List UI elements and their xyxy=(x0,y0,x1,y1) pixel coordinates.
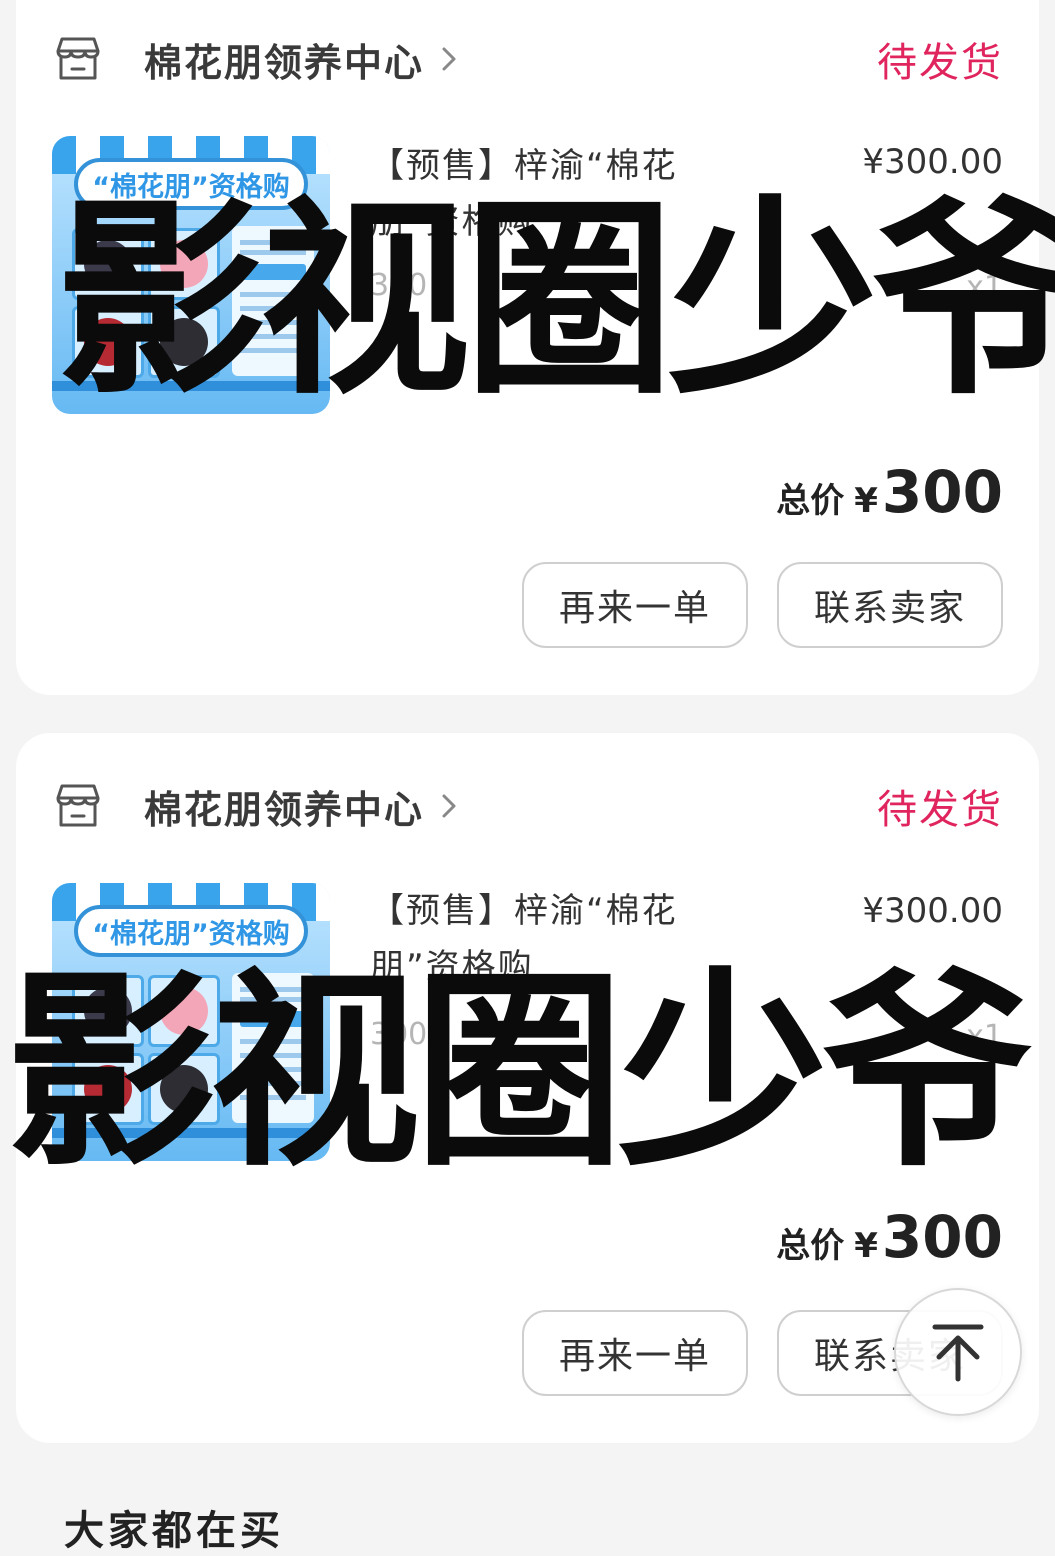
reorder-button[interactable]: 再来一单 xyxy=(522,562,748,648)
product-thumbnail[interactable]: “棉花朋”资格购 xyxy=(52,136,330,414)
recommendation-section-title: 大家都在买 xyxy=(64,1508,284,1554)
unit-price: ¥300.00 xyxy=(862,891,1003,931)
doll-figure xyxy=(84,318,132,366)
order-status: 待发货 xyxy=(877,40,1003,86)
thumbnail-window xyxy=(72,975,144,1047)
thumbnail-notice-board xyxy=(232,973,314,1123)
shop-header[interactable]: 棉花朋领养中心 待发货 xyxy=(52,24,1003,94)
order-total: 总价 ¥ 300 xyxy=(776,458,1003,526)
total-currency: ¥ xyxy=(854,481,878,521)
thumbnail-counter xyxy=(52,1128,330,1138)
shop-name[interactable]: 棉花朋领养中心 xyxy=(144,32,424,87)
doll-figure xyxy=(160,1065,208,1113)
chevron-right-icon[interactable] xyxy=(436,39,462,79)
product-spec: 300 xyxy=(370,268,428,303)
thumbnail-banner: “棉花朋”资格购 xyxy=(74,905,308,957)
total-label: 总价 xyxy=(776,481,845,521)
product-spec: 300 xyxy=(370,1017,428,1052)
doll-figure xyxy=(160,240,208,288)
doll-figure xyxy=(160,987,208,1035)
thumbnail-window xyxy=(148,1053,220,1125)
contact-seller-button[interactable]: 联系卖家 xyxy=(777,562,1003,648)
total-currency: ¥ xyxy=(854,1226,878,1266)
thumbnail-banner: “棉花朋”资格购 xyxy=(74,158,308,210)
product-title[interactable]: 【预售】梓渝“棉花朋”资格购 xyxy=(370,883,750,995)
order-total: 总价 ¥ 300 xyxy=(776,1203,1003,1271)
shop-icon xyxy=(56,784,100,827)
back-to-top-button[interactable] xyxy=(894,1288,1022,1416)
order-card[interactable]: 棉花朋领养中心 待发货 “棉花朋”资格购 【预售】梓渝“棉花朋”资格购 ¥300… xyxy=(16,0,1039,695)
shop-header[interactable]: 棉花朋领养中心 待发货 xyxy=(52,771,1003,841)
thumbnail-notice-board xyxy=(232,226,314,376)
quantity: x1 xyxy=(966,1019,1003,1054)
total-amount: 300 xyxy=(881,1203,1003,1271)
thumbnail-window xyxy=(148,975,220,1047)
thumbnail-window xyxy=(148,306,220,378)
thumbnail-window xyxy=(72,1053,144,1125)
order-status: 待发货 xyxy=(877,787,1003,833)
product-title[interactable]: 【预售】梓渝“棉花朋”资格购 xyxy=(370,138,750,250)
quantity: x1 xyxy=(966,270,1003,305)
thumbnail-counter xyxy=(52,381,330,391)
order-card[interactable]: 棉花朋领养中心 待发货 “棉花朋”资格购 【预售】梓渝“棉花朋”资格购 ¥300… xyxy=(16,733,1039,1443)
total-label: 总价 xyxy=(776,1226,845,1266)
product-thumbnail[interactable]: “棉花朋”资格购 xyxy=(52,883,330,1161)
total-amount: 300 xyxy=(881,458,1003,526)
shop-icon xyxy=(56,37,100,80)
shop-name[interactable]: 棉花朋领养中心 xyxy=(144,779,424,834)
doll-figure xyxy=(84,1065,132,1113)
doll-figure xyxy=(84,240,132,288)
thumbnail-window xyxy=(72,228,144,300)
chevron-right-icon[interactable] xyxy=(436,786,462,826)
unit-price: ¥300.00 xyxy=(862,142,1003,182)
thumbnail-window xyxy=(148,228,220,300)
doll-figure xyxy=(160,318,208,366)
doll-figure xyxy=(84,987,132,1035)
thumbnail-window xyxy=(72,306,144,378)
arrow-up-icon xyxy=(932,1324,984,1382)
reorder-button[interactable]: 再来一单 xyxy=(522,1310,748,1396)
